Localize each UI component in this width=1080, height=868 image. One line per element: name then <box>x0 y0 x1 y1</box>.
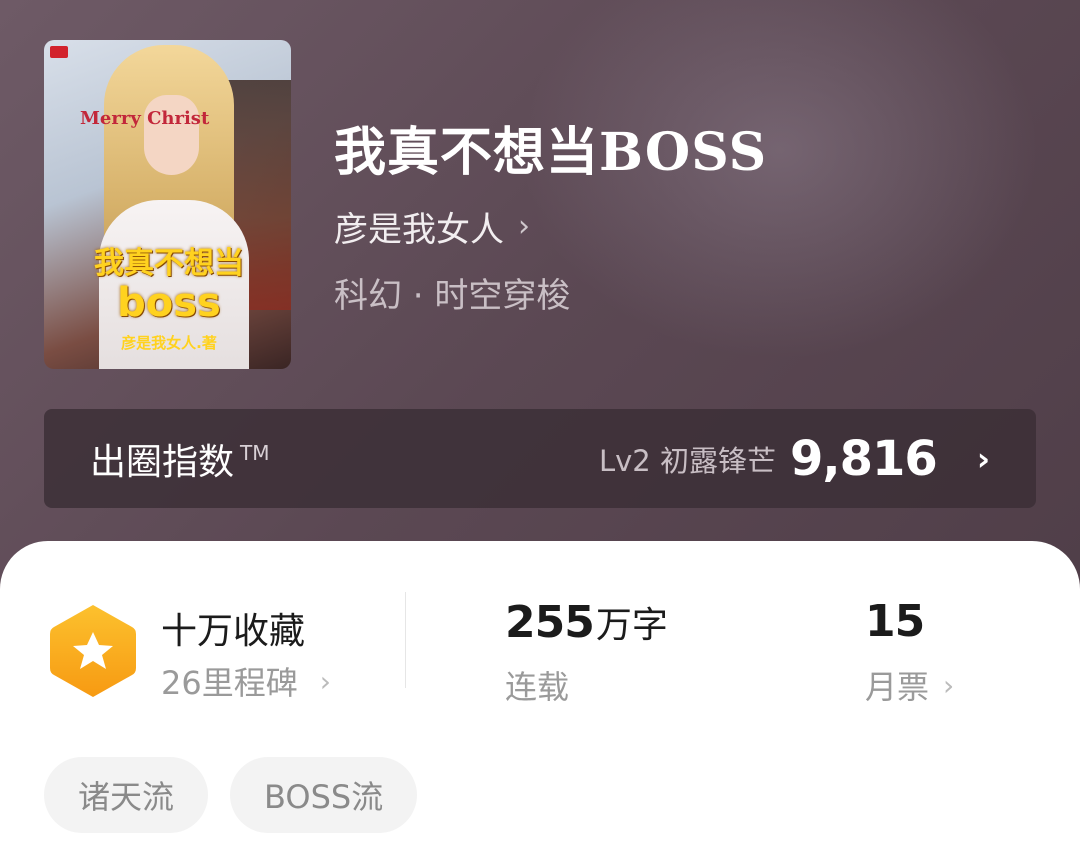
cover-author-text: 彦是我女人.著 <box>121 334 217 352</box>
chevron-right-icon: › <box>518 209 530 244</box>
index-right-group: Lv2 初露锋芒 9,816 › <box>599 431 990 487</box>
monthly-ticket-label: 月票 <box>865 668 930 706</box>
index-label: 出圈指数 <box>90 441 235 483</box>
popularity-index-bar[interactable]: 出圈指数 TM Lv2 初露锋芒 9,816 › <box>44 409 1036 508</box>
cover-boss-text: boss <box>117 280 221 326</box>
index-value: 9,816 <box>789 430 938 487</box>
cover-xmas-text: Merry Christ <box>80 108 210 129</box>
collection-title: 十万收藏 <box>161 611 306 652</box>
tag-list: 诸天流 BOSS流 <box>44 757 418 833</box>
book-title: 我真不想当BOSS <box>334 122 768 183</box>
milestone-label: 26里程碑 <box>161 664 298 702</box>
star-hexagon-icon <box>48 602 138 700</box>
author-link[interactable]: 彦是我女人 › <box>334 202 530 251</box>
word-count-unit: 万字 <box>595 605 668 646</box>
monthly-ticket-count: 15 <box>865 596 925 647</box>
stats-divider <box>405 592 406 688</box>
index-label-wrap: 出圈指数 TM <box>90 433 270 485</box>
milestone-link[interactable]: 26里程碑 › <box>161 658 331 704</box>
author-name: 彦是我女人 <box>334 210 504 250</box>
cover-character-face <box>144 95 199 175</box>
index-level: Lv2 初露锋芒 <box>598 443 776 478</box>
monthly-ticket-link[interactable]: 月票 › <box>865 662 954 708</box>
chevron-right-icon: › <box>319 664 331 698</box>
word-count: 255万字 <box>505 596 668 648</box>
tag-chip[interactable]: 诸天流 <box>44 757 209 833</box>
book-detail-page: Merry Christ 我真不想当 boss 彦是我女人.著 我真不想当BOS… <box>0 0 1080 868</box>
book-cover[interactable]: Merry Christ 我真不想当 boss 彦是我女人.著 <box>44 40 291 369</box>
cover-publisher-badge <box>50 46 68 58</box>
chevron-right-icon: › <box>943 668 955 702</box>
tag-chip[interactable]: BOSS流 <box>230 757 418 833</box>
serial-status: 连载 <box>505 668 570 706</box>
word-count-number: 255 <box>505 597 595 648</box>
cover-title-text: 我真不想当 <box>94 246 244 281</box>
book-genre: 科幻 · 时空穿梭 <box>334 276 571 316</box>
chevron-right-icon: › <box>976 439 990 478</box>
trademark-mark: TM <box>240 440 270 465</box>
